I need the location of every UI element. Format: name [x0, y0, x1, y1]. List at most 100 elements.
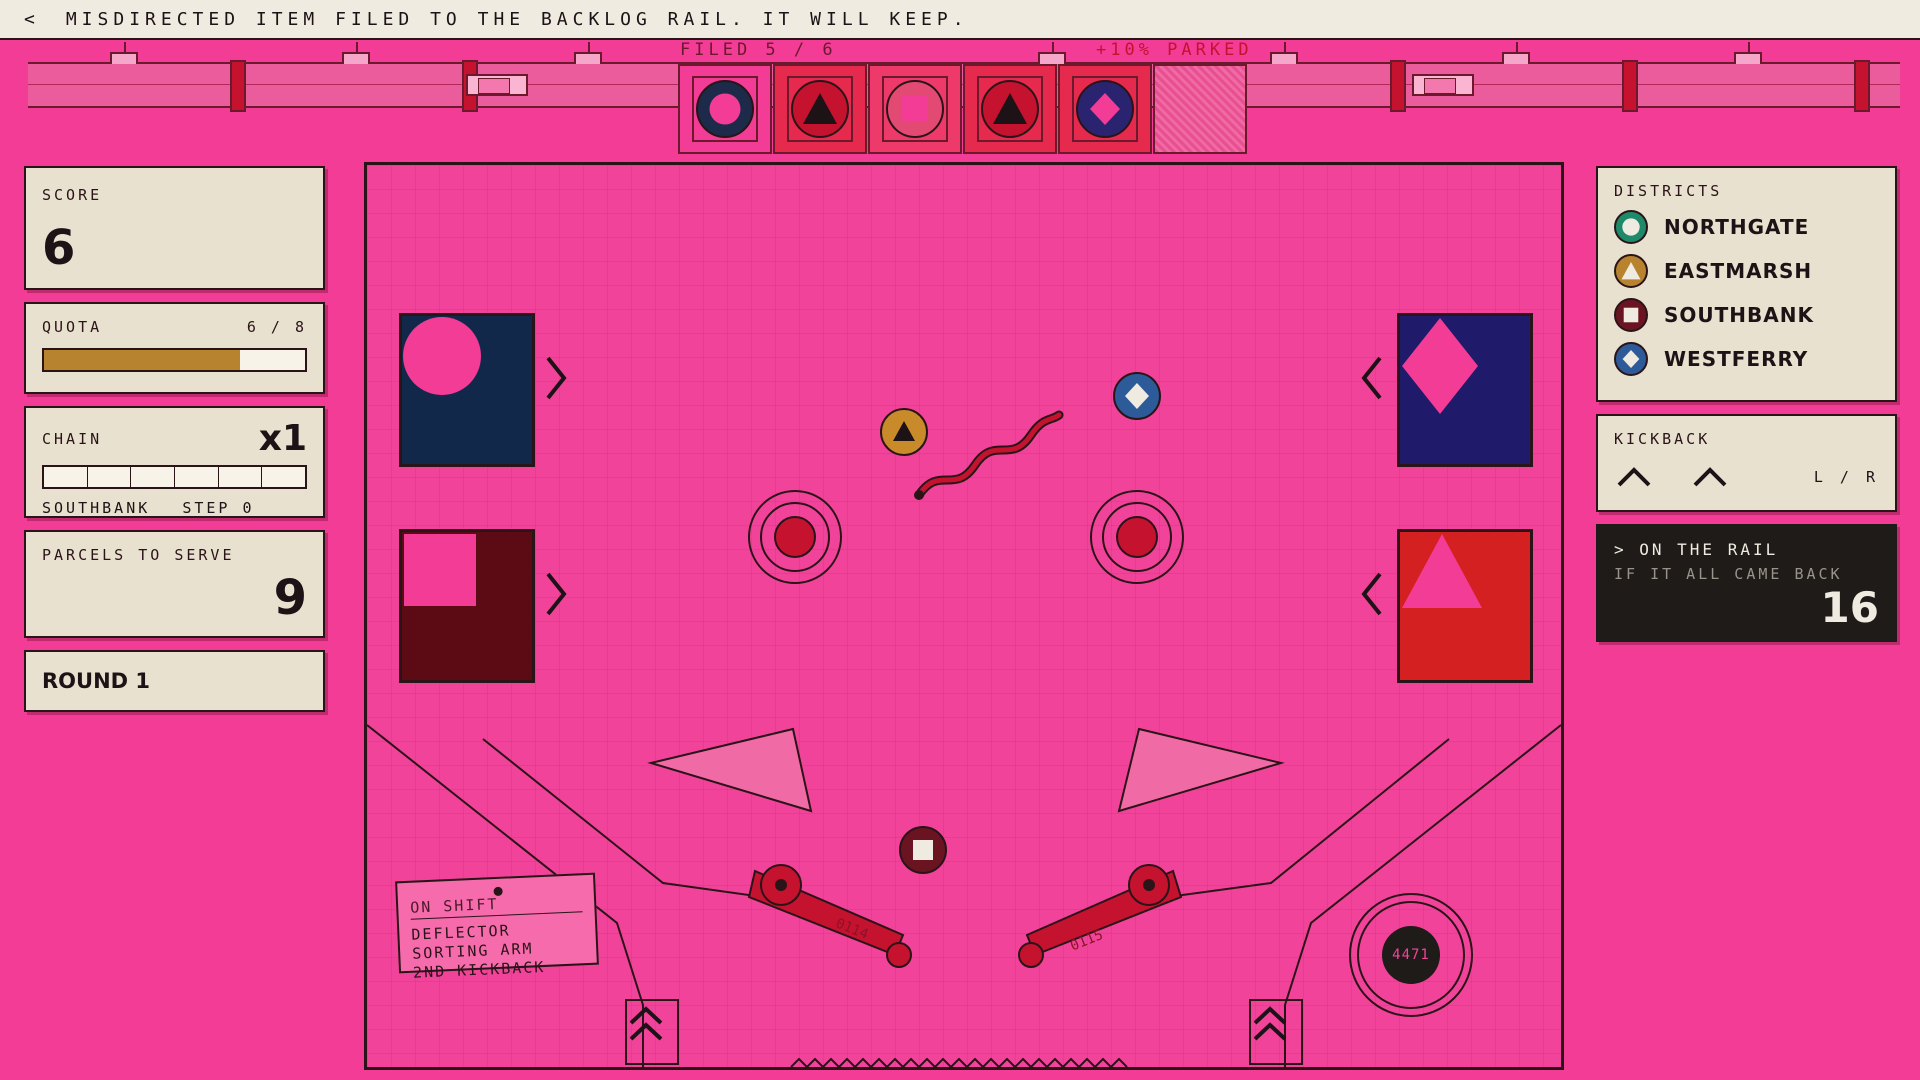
parcel-ball-westferry [1113, 372, 1161, 420]
rail-summary-subtitle: IF IT ALL CAME BACK [1614, 565, 1843, 583]
rail-post [230, 60, 246, 112]
double-chevron-up-icon [1253, 1006, 1287, 1041]
chain-district: SOUTHBANK [42, 499, 151, 517]
right-flipper: 0115 [1018, 864, 1183, 968]
rail-post [1854, 60, 1870, 112]
quota-progress-fill [44, 350, 240, 370]
triangle-icon [791, 80, 849, 138]
chevron-left-icon [1361, 572, 1382, 616]
rail-bracket [110, 42, 138, 64]
drain-teeth [790, 1057, 1128, 1067]
chain-segment [262, 467, 305, 487]
pinball-board[interactable]: 0114 0115 ON SHIFT DEFLECTOR SORTING ARM… [364, 162, 1564, 1070]
chain-label: CHAIN [42, 429, 103, 448]
chevron-right-icon [546, 572, 567, 616]
rail-slot-empty[interactable] [1153, 64, 1247, 154]
district-southbank: SOUTHBANK [1614, 298, 1879, 332]
rail-slot-eastmarsh[interactable] [963, 64, 1057, 154]
chute-arrow-left [1361, 571, 1387, 621]
on-shift-card: ON SHIFT DEFLECTOR SORTING ARM 2ND KICKB… [395, 872, 599, 982]
rail-slot-southbank[interactable] [868, 64, 962, 154]
diamond-icon [1402, 318, 1478, 414]
drain-dial: 4471 [1349, 893, 1473, 1017]
chain-segment [44, 467, 88, 487]
right-kickback-launcher[interactable] [1249, 999, 1303, 1065]
parcels-label: PARCELS TO SERVE [42, 546, 235, 564]
rail-slot-northgate[interactable] [678, 64, 772, 154]
chain-segment [131, 467, 176, 487]
score-value: 6 [42, 220, 76, 276]
score-label: SCORE [42, 186, 103, 204]
rail-slot-eastmarsh[interactable] [773, 64, 867, 154]
triangle-icon [1614, 254, 1648, 288]
chevron-left-icon [1361, 356, 1382, 400]
chute-arrow-left [1361, 355, 1387, 405]
parcel-ball-eastmarsh [880, 408, 928, 456]
district-northgate: NORTHGATE [1614, 210, 1879, 244]
kickback-label: KICKBACK [1614, 430, 1711, 448]
rail-slots [678, 64, 1248, 156]
rail-bracket [574, 42, 602, 64]
parcel-ball-southbank [899, 826, 947, 874]
parcels-value: 9 [273, 570, 307, 626]
diamond-icon [1076, 80, 1134, 138]
chute-northgate [399, 313, 535, 467]
square-icon [1614, 298, 1648, 332]
rail-summary-panel: > ON THE RAIL IF IT ALL CAME BACK 16 [1596, 524, 1897, 642]
triangle-icon [1402, 534, 1482, 608]
chevron-up-icon [1693, 467, 1727, 487]
quota-panel: QUOTA 6 / 8 [24, 302, 325, 394]
left-kickback-launcher[interactable] [625, 999, 679, 1065]
chute-arrow-right [545, 571, 571, 621]
chain-panel: CHAIN x1 SOUTHBANK STEP 0 [24, 406, 325, 518]
sorting-arm [914, 410, 1064, 500]
district-name: SOUTHBANK [1664, 303, 1814, 327]
district-eastmarsh: EASTMARSH [1614, 254, 1879, 288]
back-button[interactable]: < [24, 9, 40, 30]
quota-progress-bar [42, 348, 307, 372]
rail-summary-title: > ON THE RAIL [1614, 540, 1779, 559]
rail-tag [466, 74, 528, 96]
left-flipper: 0114 [747, 864, 912, 968]
parcels-panel: PARCELS TO SERVE 9 [24, 530, 325, 638]
kickback-panel: KICKBACK L / R [1596, 414, 1897, 512]
district-name: NORTHGATE [1664, 215, 1810, 239]
circle-icon [403, 317, 481, 395]
message-bar: < MISDIRECTED ITEM FILED TO THE BACKLOG … [0, 0, 1920, 40]
circle-icon [1614, 210, 1648, 244]
districts-panel: DISTRICTS NORTHGATE EASTMARSH SOUTHBANK WES… [1596, 166, 1897, 402]
district-list: NORTHGATE EASTMARSH SOUTHBANK WESTFERRY [1614, 210, 1879, 376]
rail-bracket [1502, 42, 1530, 64]
chain-segment [88, 467, 132, 487]
rail-slot-westferry[interactable] [1058, 64, 1152, 154]
rail-post [1390, 60, 1406, 112]
districts-label: DISTRICTS [1614, 182, 1723, 200]
circle-icon [696, 80, 754, 138]
rail-bracket [1270, 42, 1298, 64]
left-bumper [748, 490, 842, 584]
kickback-left-button[interactable] [1614, 462, 1654, 492]
chain-segment [175, 467, 219, 487]
rail-bracket [342, 42, 370, 64]
square-icon [404, 534, 476, 606]
kickback-right-button[interactable] [1690, 462, 1730, 492]
chain-multiplier: x1 [258, 418, 307, 459]
district-name: WESTFERRY [1664, 347, 1809, 371]
chevron-right-icon [546, 356, 567, 400]
filed-counter: FILED 5 / 6 [680, 40, 837, 60]
rail-summary-value: 16 [1820, 583, 1879, 632]
square-icon [886, 80, 944, 138]
district-name: EASTMARSH [1664, 259, 1813, 283]
chute-eastmarsh [1397, 529, 1533, 683]
rail-bracket [1038, 42, 1066, 64]
triangle-icon [981, 80, 1039, 138]
rail-bracket [1734, 42, 1762, 64]
left-slingshot [647, 727, 813, 813]
round-panel: ROUND 1 [24, 650, 325, 712]
quota-value: 6 / 8 [246, 318, 307, 336]
rail-post [1622, 60, 1638, 112]
right-bumper [1090, 490, 1184, 584]
chain-segment [219, 467, 263, 487]
rail-tag [1412, 74, 1474, 96]
status-message: MISDIRECTED ITEM FILED TO THE BACKLOG RA… [65, 8, 969, 30]
